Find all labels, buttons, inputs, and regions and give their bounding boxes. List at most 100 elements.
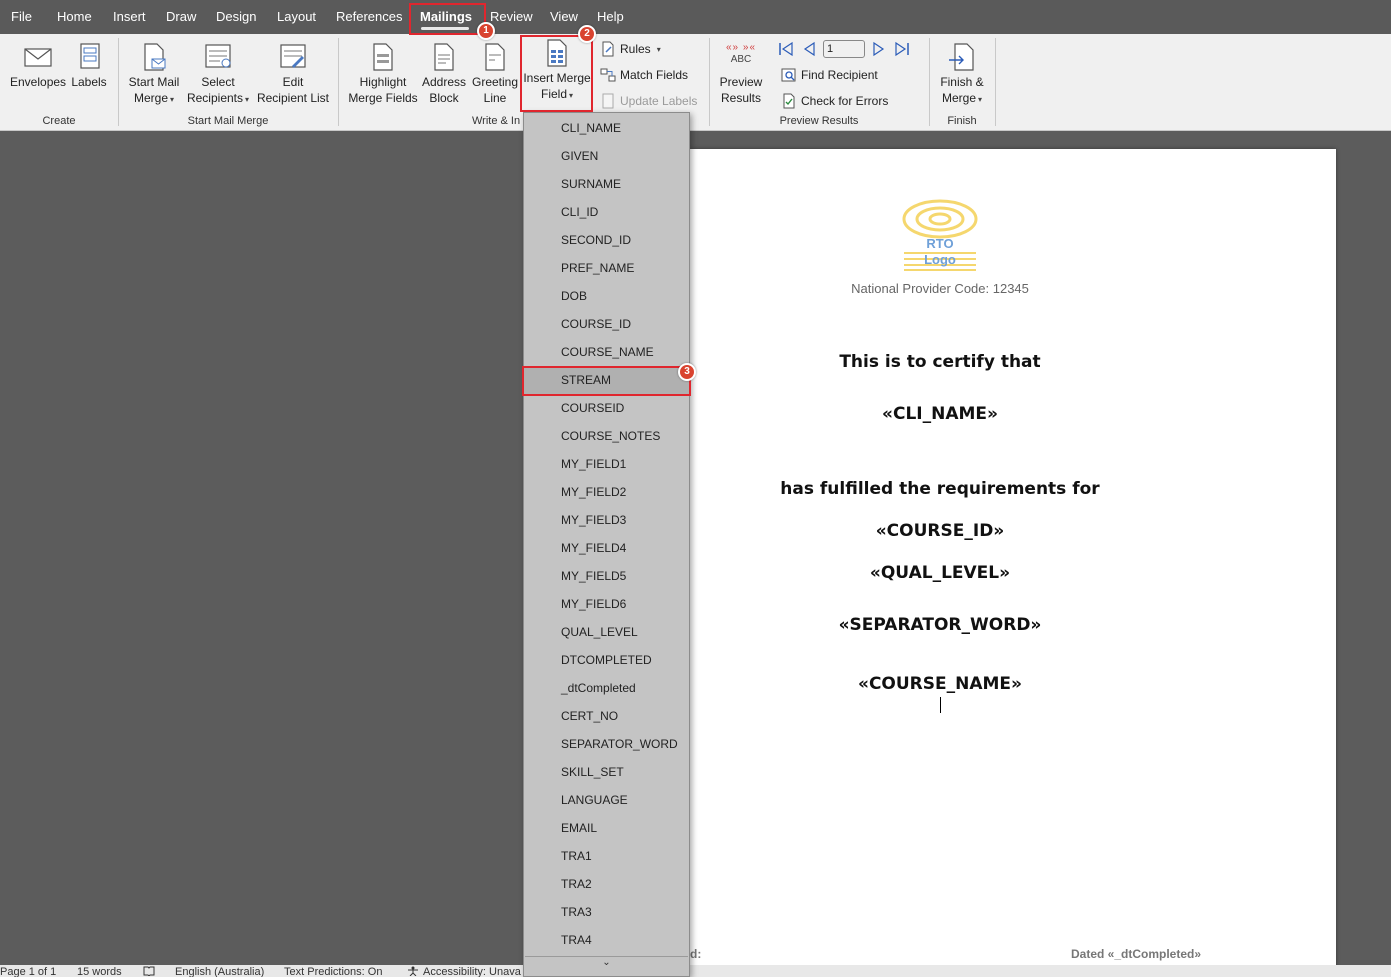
insert-merge-field-button[interactable]: Insert Merge Field ▾	[522, 38, 592, 104]
menu-draw[interactable]: Draw	[166, 9, 196, 24]
merge-field-option-dtcompleted[interactable]: _dtCompleted	[524, 674, 689, 702]
insert-merge-field-label-2: Field	[540, 87, 567, 101]
greeting-line-label-2: Line	[483, 91, 507, 105]
merge-field-option-my-field1[interactable]: MY_FIELD1	[524, 450, 689, 478]
merge-field-option-course-notes[interactable]: COURSE_NOTES	[524, 422, 689, 450]
select-recipients-button[interactable]: Select Recipients ▾	[186, 42, 250, 108]
preview-results-button[interactable]: «» »« ABC Preview Results	[716, 42, 766, 106]
next-record-icon[interactable]	[871, 41, 887, 57]
status-page[interactable]: Page 1 of 1	[0, 966, 56, 977]
merge-field-option-tra3[interactable]: TRA3	[524, 898, 689, 926]
merge-field-option-my-field6[interactable]: MY_FIELD6	[524, 590, 689, 618]
menu-file[interactable]: File	[11, 9, 32, 24]
record-number-input[interactable]: 1	[823, 40, 865, 58]
rules-button[interactable]: Rules ▾	[600, 41, 661, 57]
merge-field-option-second-id[interactable]: SECOND_ID	[524, 226, 689, 254]
footer-dated-text: Dated «_dtCompleted»	[1071, 947, 1202, 961]
ribbon-separator	[929, 38, 930, 126]
merge-field-option-skill-set[interactable]: SKILL_SET	[524, 758, 689, 786]
merge-field-option-stream[interactable]: STREAM	[524, 366, 689, 394]
menu-insert[interactable]: Insert	[113, 9, 146, 24]
insert-merge-field-label-1: Insert Merge	[523, 71, 591, 85]
accessibility-icon[interactable]	[406, 966, 420, 977]
book-icon[interactable]	[143, 966, 155, 977]
active-tab-indicator	[421, 27, 469, 30]
menu-review[interactable]: Review	[490, 9, 533, 24]
merge-field-option-courseid[interactable]: COURSEID	[524, 394, 689, 422]
status-text-predictions[interactable]: Text Predictions: On	[284, 966, 382, 977]
start-mail-merge-button[interactable]: Start Mail Merge ▾	[124, 42, 184, 108]
merge-field-option-my-field4[interactable]: MY_FIELD4	[524, 534, 689, 562]
ribbon-separator	[118, 38, 119, 126]
previous-record-icon[interactable]	[801, 41, 817, 57]
match-fields-icon	[600, 68, 616, 82]
merge-field-option-language[interactable]: LANGUAGE	[524, 786, 689, 814]
chevron-down-icon: ▾	[245, 95, 250, 104]
update-labels-button[interactable]: Update Labels	[600, 93, 697, 109]
merge-field-option-separator-word[interactable]: SEPARATOR_WORD	[524, 730, 689, 758]
labels-label: Labels	[71, 75, 107, 89]
preview-results-label-2: Results	[720, 91, 761, 105]
logo-line-1: RTO	[926, 236, 954, 251]
first-record-icon[interactable]	[777, 41, 795, 57]
insert-merge-field-icon	[547, 39, 567, 67]
merge-field-option-surname[interactable]: SURNAME	[524, 170, 689, 198]
merge-field-course-id: «COURSE_ID»	[875, 521, 1005, 541]
find-recipient-button[interactable]: Find Recipient	[781, 67, 878, 83]
merge-field-option-my-field3[interactable]: MY_FIELD3	[524, 506, 689, 534]
status-words[interactable]: 15 words	[77, 966, 122, 977]
merge-field-option-cert-no[interactable]: CERT_NO	[524, 702, 689, 730]
chevron-down-icon: ▾	[170, 95, 175, 104]
record-navigator: 1	[777, 40, 911, 58]
merge-field-option-tra2[interactable]: TRA2	[524, 870, 689, 898]
check-errors-button[interactable]: Check for Errors	[781, 93, 888, 109]
menu-home[interactable]: Home	[57, 9, 92, 24]
abc-label: ABC	[730, 54, 752, 65]
greeting-line-button[interactable]: Greeting Line	[470, 42, 520, 106]
menu-layout[interactable]: Layout	[277, 9, 316, 24]
merge-field-option-pref-name[interactable]: PREF_NAME	[524, 254, 689, 282]
merge-field-course-name: «COURSE_NAME»	[857, 674, 1023, 694]
highlight-fields-icon	[373, 43, 393, 71]
ribbon-separator	[995, 38, 996, 126]
merge-field-option-cli-id[interactable]: CLI_ID	[524, 198, 689, 226]
status-accessibility[interactable]: Accessibility: Unava	[423, 966, 521, 977]
merge-field-option-dob[interactable]: DOB	[524, 282, 689, 310]
merge-field-option-my-field2[interactable]: MY_FIELD2	[524, 478, 689, 506]
merge-field-option-dtcompleted[interactable]: DTCOMPLETED	[524, 646, 689, 674]
group-write-insert-label: Write & In	[472, 115, 521, 127]
rules-label: Rules	[620, 42, 651, 56]
select-recipients-label-1: Select	[201, 75, 235, 89]
highlight-label-2: Merge Fields	[348, 91, 418, 105]
merge-field-option-my-field5[interactable]: MY_FIELD5	[524, 562, 689, 590]
address-block-button[interactable]: Address Block	[422, 42, 466, 106]
start-mail-merge-icon	[144, 43, 166, 71]
match-fields-button[interactable]: Match Fields	[600, 67, 688, 83]
menu-references[interactable]: References	[336, 9, 402, 24]
merge-field-option-cli-name[interactable]: CLI_NAME	[524, 114, 689, 142]
merge-field-option-course-id[interactable]: COURSE_ID	[524, 310, 689, 338]
status-language[interactable]: English (Australia)	[175, 966, 264, 977]
menu-view[interactable]: View	[550, 9, 578, 24]
envelopes-button[interactable]: Envelopes	[10, 42, 66, 90]
menu-mailings[interactable]: Mailings	[420, 9, 472, 24]
finish-merge-button[interactable]: Finish & Merge ▾	[936, 42, 988, 108]
document-page[interactable]: RTO Logo National Provider Code: 12345 T…	[690, 149, 1336, 977]
menu-help[interactable]: Help	[597, 9, 624, 24]
edit-recipient-list-button[interactable]: Edit Recipient List	[256, 42, 330, 106]
merge-field-option-email[interactable]: EMAIL	[524, 814, 689, 842]
labels-button[interactable]: Labels	[70, 42, 108, 90]
merge-field-option-tra1[interactable]: TRA1	[524, 842, 689, 870]
ribbon-separator	[709, 38, 710, 126]
merge-field-option-given[interactable]: GIVEN	[524, 142, 689, 170]
menu-design[interactable]: Design	[216, 9, 256, 24]
highlight-merge-fields-button[interactable]: Highlight Merge Fields	[346, 42, 420, 106]
dropdown-scroll-down-button[interactable]: ⌄	[525, 956, 688, 976]
merge-field-option-qual-level[interactable]: QUAL_LEVEL	[524, 618, 689, 646]
merge-field-option-tra4[interactable]: TRA4	[524, 926, 689, 954]
select-recipients-icon	[205, 44, 231, 68]
merge-field-option-course-name[interactable]: COURSE_NAME	[524, 338, 689, 366]
find-recipient-label: Find Recipient	[801, 68, 878, 82]
update-labels-label: Update Labels	[620, 94, 698, 108]
last-record-icon[interactable]	[893, 41, 911, 57]
